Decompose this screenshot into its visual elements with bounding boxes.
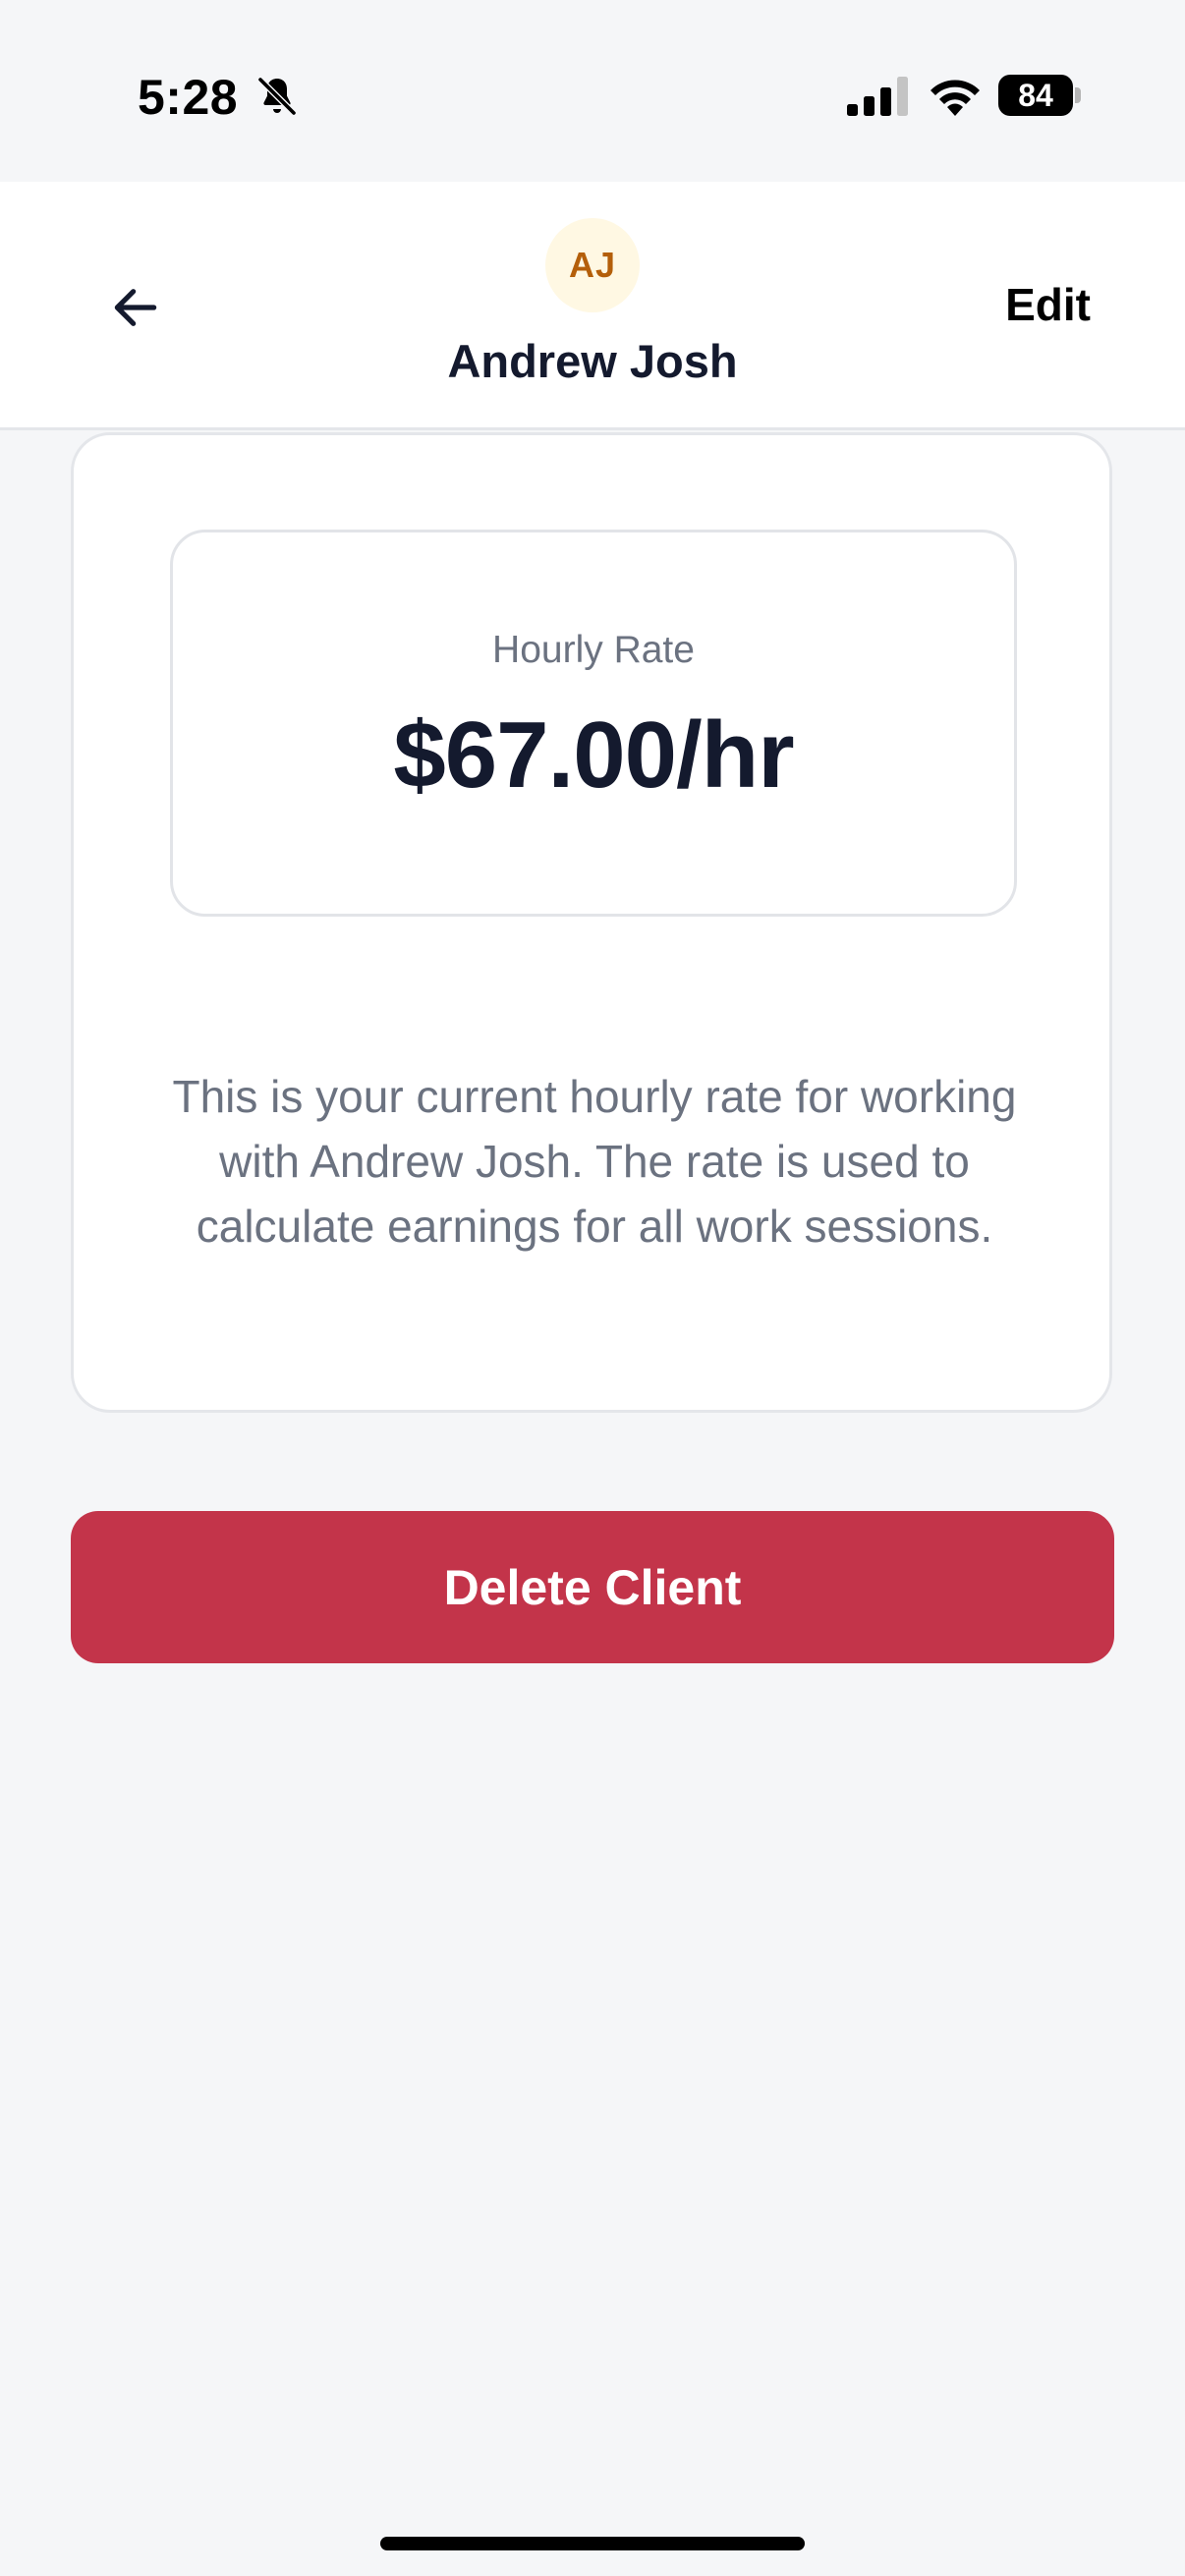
page-title: Andrew Josh bbox=[447, 335, 738, 387]
rate-description: This is your current hourly rate for wor… bbox=[172, 1071, 1017, 1252]
rate-card: Hourly Rate $67.00/hr This is your curre… bbox=[71, 432, 1112, 1413]
battery-nub bbox=[1075, 87, 1081, 103]
status-time: 5:28 bbox=[138, 70, 239, 125]
home-indicator[interactable] bbox=[380, 2537, 805, 2550]
delete-client-button[interactable]: Delete Client bbox=[71, 1511, 1114, 1663]
battery-level: 84 bbox=[998, 75, 1073, 116]
edit-button[interactable]: Edit bbox=[1005, 278, 1091, 331]
bell-off-icon bbox=[256, 76, 298, 117]
wifi-icon bbox=[931, 80, 980, 116]
hourly-rate-value: $67.00/hr bbox=[393, 702, 794, 808]
arrow-left-icon bbox=[114, 289, 157, 326]
battery-icon: 84 bbox=[998, 75, 1081, 116]
cellular-signal-icon bbox=[847, 77, 908, 116]
avatar: AJ bbox=[545, 218, 640, 312]
hourly-rate-label: Hourly Rate bbox=[492, 629, 695, 671]
hourly-rate-box: Hourly Rate $67.00/hr bbox=[170, 530, 1017, 917]
client-header: AJ Andrew Josh Edit bbox=[0, 182, 1185, 430]
status-bar: 5:28 84 bbox=[0, 0, 1185, 182]
